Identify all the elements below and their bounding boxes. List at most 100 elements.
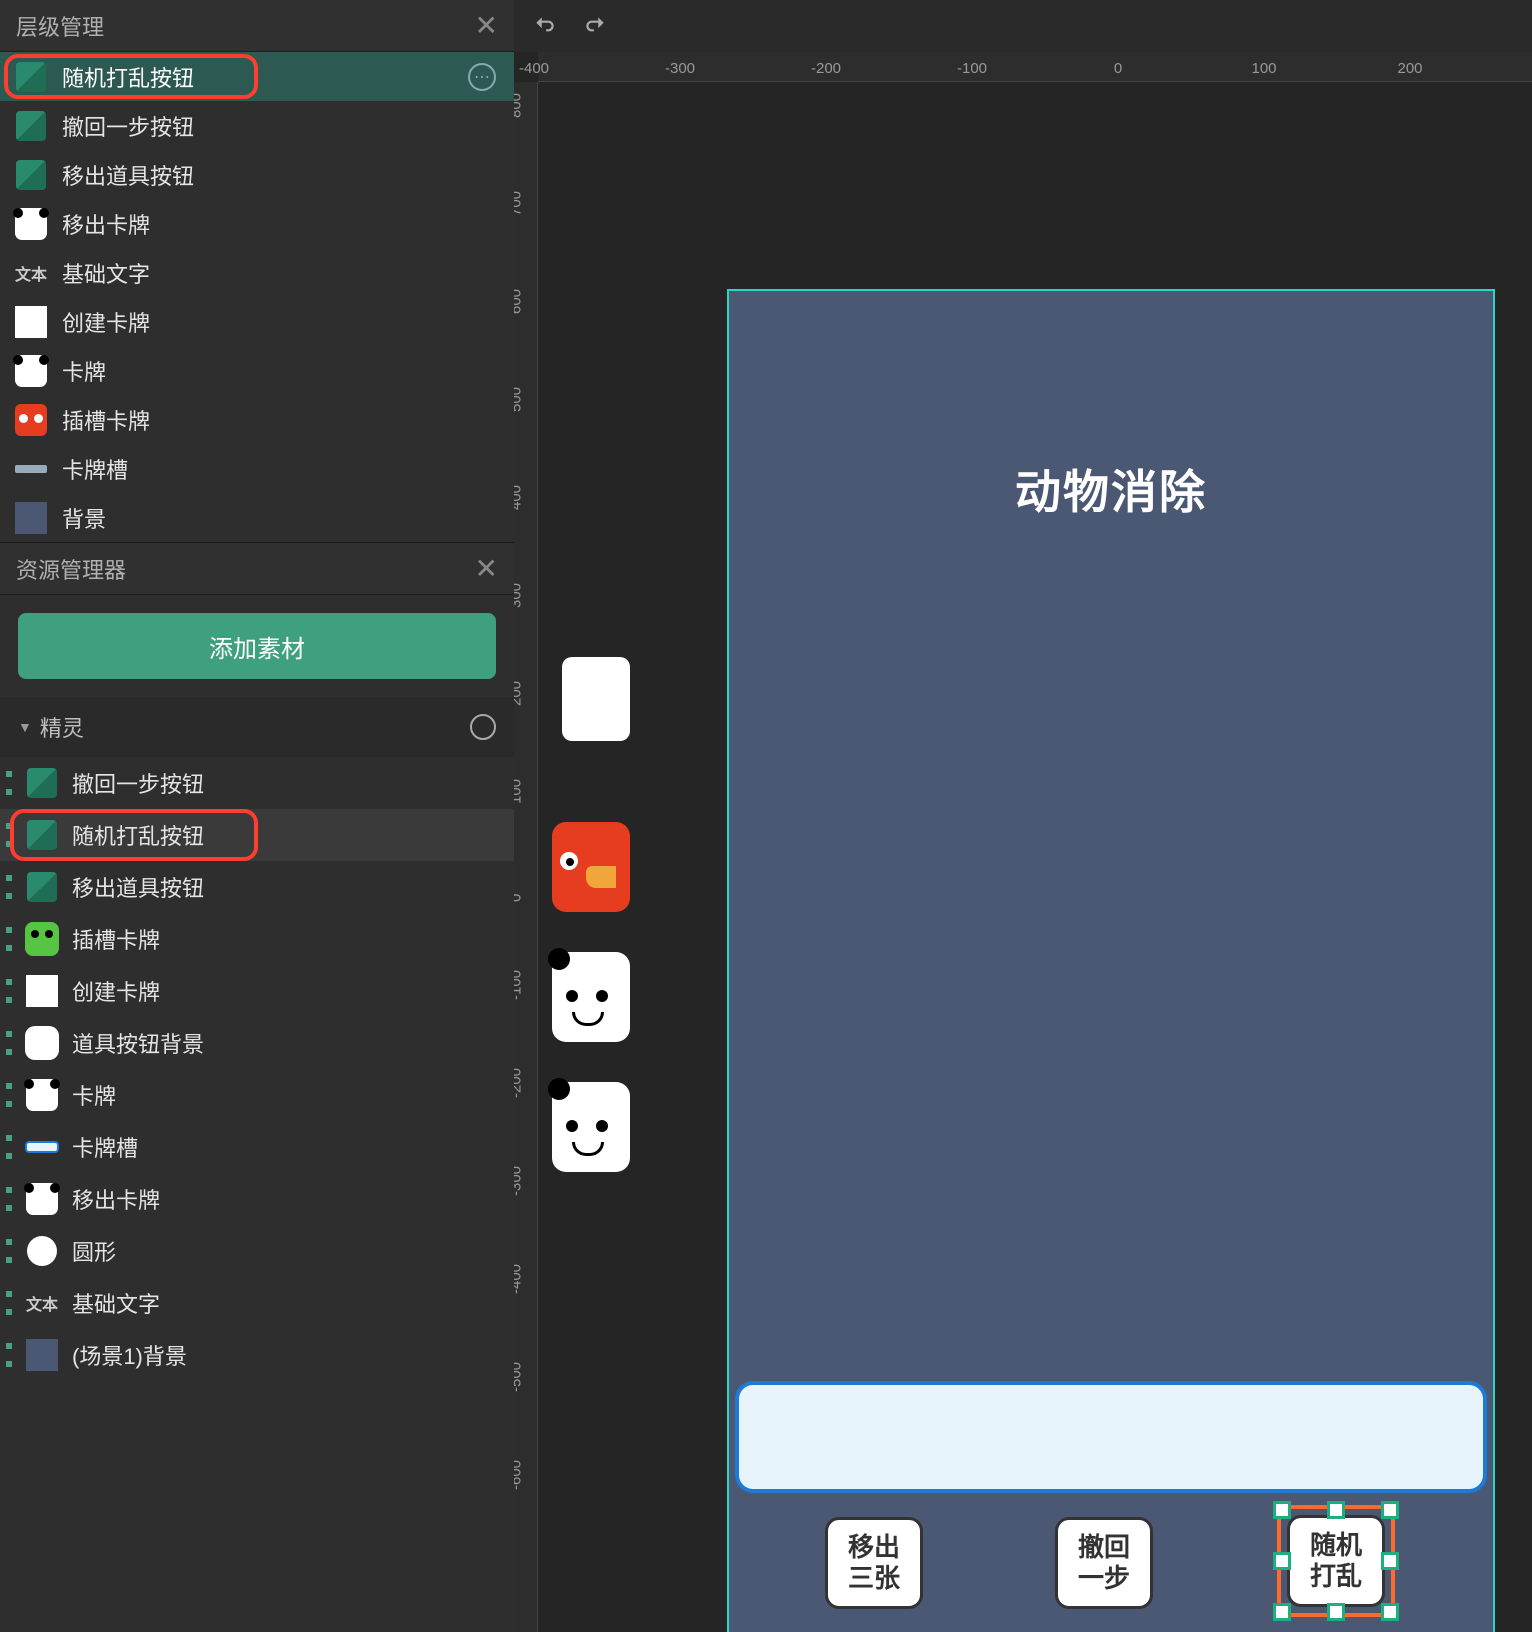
asset-item[interactable]: 移出卡牌 bbox=[0, 1173, 514, 1225]
asset-item[interactable]: 卡牌 bbox=[0, 1069, 514, 1121]
asset-title: 资源管理器 bbox=[16, 553, 126, 585]
asset-item[interactable]: 插槽卡牌 bbox=[0, 913, 514, 965]
asset-item-label: 插槽卡牌 bbox=[72, 923, 160, 955]
canvas-object[interactable] bbox=[552, 1082, 630, 1172]
hierarchy-item[interactable]: 背景 bbox=[0, 493, 514, 542]
hierarchy-item-label: 移出卡牌 bbox=[62, 208, 500, 240]
asset-item[interactable]: 道具按钮背景 bbox=[0, 1017, 514, 1069]
game-button-undo[interactable]: 撤回一步 bbox=[1055, 1517, 1153, 1609]
drag-handle-icon[interactable] bbox=[6, 1239, 12, 1263]
asset-item-label: 移出卡牌 bbox=[72, 1183, 160, 1215]
canvas-object[interactable] bbox=[562, 657, 630, 741]
canvas-object[interactable] bbox=[552, 952, 630, 1042]
asset-item[interactable]: 文本 基础文字 bbox=[0, 1277, 514, 1329]
ruler-tick: -400 bbox=[514, 1264, 525, 1294]
cube-icon bbox=[14, 109, 48, 143]
close-icon[interactable]: ✕ bbox=[475, 555, 498, 583]
asset-item[interactable]: 圆形 bbox=[0, 1225, 514, 1277]
hierarchy-item-label: 移出道具按钮 bbox=[62, 159, 500, 191]
add-asset-button[interactable]: 添加素材 bbox=[18, 613, 496, 679]
drag-handle-icon[interactable] bbox=[6, 1083, 12, 1107]
asset-item[interactable]: 卡牌槽 bbox=[0, 1121, 514, 1173]
hierarchy-item[interactable]: 创建卡牌 bbox=[0, 297, 514, 346]
drag-handle-icon[interactable] bbox=[6, 823, 12, 847]
stage[interactable]: 动物消除 移出三张 撤回一步 随机打乱 bbox=[727, 289, 1495, 1632]
button-label: 移出三张 bbox=[848, 1532, 900, 1594]
viewport[interactable]: 动物消除 移出三张 撤回一步 随机打乱 bbox=[538, 82, 1532, 1632]
panda-icon bbox=[14, 207, 48, 241]
close-icon[interactable]: ✕ bbox=[475, 12, 498, 40]
hierarchy-panel-header: 层级管理 ✕ bbox=[0, 0, 514, 52]
hierarchy-item[interactable]: 卡牌槽 bbox=[0, 444, 514, 493]
more-icon[interactable]: ⋯ bbox=[468, 63, 496, 91]
asset-item[interactable]: 随机打乱按钮 bbox=[0, 809, 514, 861]
hierarchy-item[interactable]: 文本 基础文字 bbox=[0, 248, 514, 297]
ruler-tick: -300 bbox=[665, 60, 695, 77]
drag-handle-icon[interactable] bbox=[6, 1343, 12, 1367]
drag-handle-icon[interactable] bbox=[6, 1031, 12, 1055]
panda-icon bbox=[24, 1181, 60, 1217]
canvas-object[interactable] bbox=[552, 822, 630, 912]
hierarchy-item[interactable]: 随机打乱按钮 ⋯ bbox=[0, 52, 514, 101]
card-slot-bar[interactable] bbox=[735, 1381, 1487, 1493]
circle-icon bbox=[24, 1233, 60, 1269]
asset-item-label: 道具按钮背景 bbox=[72, 1027, 204, 1059]
drag-handle-icon[interactable] bbox=[6, 1187, 12, 1211]
asset-item-label: 撤回一步按钮 bbox=[72, 767, 204, 799]
text-icon: 文本 bbox=[14, 256, 48, 290]
selection-highlight: 随机打乱 bbox=[1277, 1505, 1395, 1617]
ruler-horizontal: -500-400-300-200-1000100200300400 bbox=[538, 52, 1532, 82]
asset-item-label: 基础文字 bbox=[72, 1287, 160, 1319]
drag-handle-icon[interactable] bbox=[6, 927, 12, 951]
asset-item-label: 移出道具按钮 bbox=[72, 871, 204, 903]
game-button-remove[interactable]: 移出三张 bbox=[825, 1517, 923, 1609]
redo-icon[interactable] bbox=[582, 13, 608, 39]
sprite-group-label: 精灵 bbox=[40, 711, 470, 743]
ruler-tick: 700 bbox=[514, 191, 525, 216]
asset-panel-header: 资源管理器 ✕ bbox=[0, 543, 514, 595]
hierarchy-item[interactable]: 移出道具按钮 bbox=[0, 150, 514, 199]
hierarchy-item[interactable]: 撤回一步按钮 bbox=[0, 101, 514, 150]
asset-item[interactable]: 撤回一步按钮 bbox=[0, 757, 514, 809]
hierarchy-item[interactable]: 插槽卡牌 bbox=[0, 395, 514, 444]
asset-item-label: 创建卡牌 bbox=[72, 975, 160, 1007]
frog-icon bbox=[24, 921, 60, 957]
background-icon bbox=[24, 1337, 60, 1373]
drag-handle-icon[interactable] bbox=[6, 1291, 12, 1315]
ruler-tick: -200 bbox=[811, 60, 841, 77]
asset-item[interactable]: (场景1)背景 bbox=[0, 1329, 514, 1381]
panda-icon bbox=[24, 1077, 60, 1113]
ruler-tick: -100 bbox=[957, 60, 987, 77]
hierarchy-item-label: 随机打乱按钮 bbox=[62, 61, 454, 93]
hierarchy-list: 随机打乱按钮 ⋯ 撤回一步按钮 移出道具按钮 移出卡牌 文本 基础文字 bbox=[0, 52, 514, 542]
drag-handle-icon[interactable] bbox=[6, 875, 12, 899]
ruler-tick: -600 bbox=[514, 1460, 525, 1490]
asset-item-label: 卡牌 bbox=[72, 1079, 116, 1111]
hierarchy-item[interactable]: 卡牌 bbox=[0, 346, 514, 395]
cardslot-icon bbox=[24, 1129, 60, 1165]
sidebar: 层级管理 ✕ 随机打乱按钮 ⋯ 撤回一步按钮 移出道具按钮 bbox=[0, 0, 514, 1632]
asset-item-label: 随机打乱按钮 bbox=[72, 819, 204, 851]
hierarchy-item[interactable]: 移出卡牌 bbox=[0, 199, 514, 248]
ruler-tick: 100 bbox=[1251, 60, 1276, 77]
canvas-toolbar bbox=[514, 0, 1532, 52]
asset-item-label: 卡牌槽 bbox=[72, 1131, 138, 1163]
ruler-tick: 300 bbox=[514, 583, 525, 608]
sprite-group-header[interactable]: ▼ 精灵 bbox=[0, 697, 514, 757]
game-button-shuffle[interactable]: 随机打乱 bbox=[1287, 1515, 1385, 1607]
cube-icon bbox=[14, 158, 48, 192]
parrot-icon bbox=[14, 403, 48, 437]
game-title: 动物消除 bbox=[1015, 456, 1207, 522]
hierarchy-item-label: 撤回一步按钮 bbox=[62, 110, 500, 142]
drag-handle-icon[interactable] bbox=[6, 979, 12, 1003]
cube-icon bbox=[14, 60, 48, 94]
palette-icon[interactable] bbox=[470, 714, 496, 740]
drag-handle-icon[interactable] bbox=[6, 771, 12, 795]
asset-item[interactable]: 移出道具按钮 bbox=[0, 861, 514, 913]
undo-icon[interactable] bbox=[532, 13, 558, 39]
drag-handle-icon[interactable] bbox=[6, 1135, 12, 1159]
asset-item[interactable]: 创建卡牌 bbox=[0, 965, 514, 1017]
ruler-tick: 0 bbox=[1114, 60, 1122, 77]
ruler-tick: 200 bbox=[514, 681, 525, 706]
hierarchy-item-label: 背景 bbox=[62, 502, 500, 534]
